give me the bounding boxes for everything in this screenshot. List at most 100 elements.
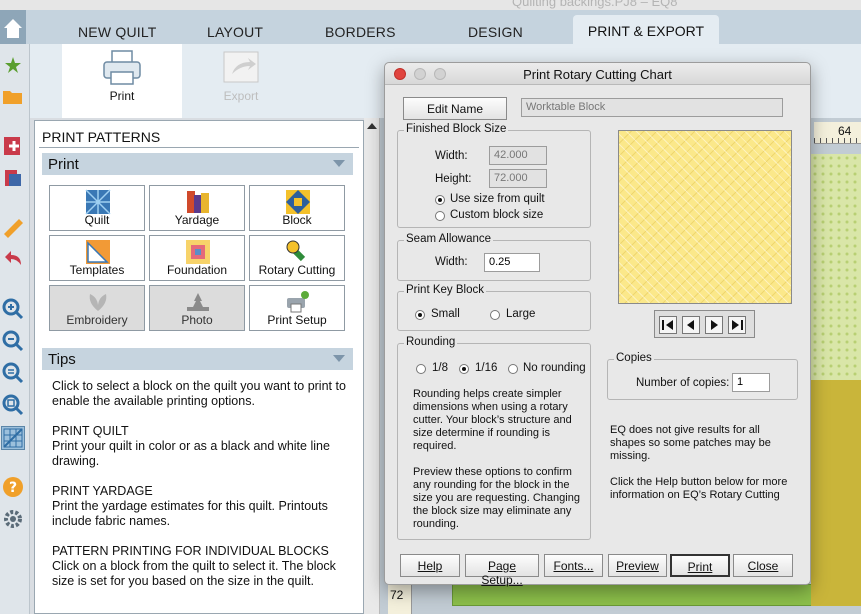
embroidery-icon [89, 294, 107, 311]
yardage-icon [187, 191, 209, 213]
zoom-fit-icon [2, 362, 24, 384]
undo-icon [5, 251, 21, 265]
tab-borders[interactable]: BORDERS [325, 24, 396, 40]
round-eighth-radio[interactable] [416, 364, 426, 374]
block-height-field[interactable]: 72.000 [489, 169, 547, 188]
tab-print-export[interactable]: PRINT & EXPORT [573, 15, 719, 44]
help-tool[interactable]: ? [1, 475, 25, 499]
main-tab-bar: NEW QUILT LAYOUT BORDERS DESIGN PRINT & … [0, 10, 861, 44]
left-toolbar: ? [0, 44, 30, 614]
print-block-button[interactable]: Block [249, 185, 345, 231]
block-name-field[interactable]: Worktable Block [521, 98, 783, 117]
block-navigator [654, 310, 755, 338]
edit-name-button[interactable]: Edit Name [403, 97, 507, 120]
first-block-button[interactable] [659, 316, 677, 334]
rotary-cutter-icon [286, 240, 306, 262]
home-button[interactable] [0, 10, 26, 44]
seam-width-field[interactable]: 0.25 [484, 253, 540, 272]
export-ribbon-label: Export [223, 89, 259, 103]
no-rounding-radio[interactable] [508, 364, 518, 374]
block-width-field[interactable]: 42.000 [489, 146, 547, 165]
add-block-icon [4, 137, 20, 155]
rotary-results-note: EQ does not give results for all shapes … [610, 424, 771, 462]
print-ribbon-button[interactable]: Print [62, 44, 182, 118]
key-large-radio[interactable] [490, 310, 500, 320]
print-foundation-button[interactable]: Foundation [149, 235, 245, 281]
settings-icon [4, 510, 22, 528]
last-block-button[interactable] [728, 316, 746, 334]
left-ruler: 72 [388, 584, 412, 614]
print-section-header[interactable]: Print [42, 153, 353, 175]
tip-heading-quilt: PRINT QUILT [52, 424, 129, 438]
number-of-copies-field[interactable]: 1 [732, 373, 770, 392]
scroll-up-icon [367, 123, 377, 129]
collapse-icon[interactable] [333, 160, 345, 167]
tip-heading-blocks: PATTERN PRINTING FOR INDIVIDUAL BLOCKS [52, 544, 329, 558]
print-templates-button[interactable]: Templates [49, 235, 145, 281]
previous-icon [687, 320, 694, 330]
rounding-preview-text: Preview these options to confirm any rou… [413, 466, 580, 530]
rounding-help-text: Rounding helps create simpler dimensions… [413, 388, 572, 452]
library-tool[interactable] [1, 166, 25, 190]
undo-tool[interactable] [1, 247, 25, 271]
print-setup-button[interactable]: Print Setup [249, 285, 345, 331]
copies-group: Copies Number of copies: 1 [607, 352, 798, 400]
tab-layout[interactable]: LAYOUT [207, 24, 263, 40]
previous-block-button[interactable] [682, 316, 700, 334]
print-photo-button: Photo [149, 285, 245, 331]
printer-icon [103, 50, 141, 85]
top-ruler: 64 [814, 122, 861, 144]
window-title-bar: Quilting backings.PJ8 – EQ8 [0, 0, 861, 10]
fonts-button[interactable]: Fonts... [544, 554, 603, 577]
svg-text:?: ? [9, 480, 17, 496]
block-icon [286, 190, 310, 214]
collapse-icon[interactable] [333, 355, 345, 362]
grid-icon [3, 428, 23, 448]
tab-design[interactable]: DESIGN [468, 24, 523, 40]
close-button[interactable]: Close [733, 554, 793, 577]
zoom-in-tool[interactable] [1, 297, 25, 321]
print-ribbon-label: Print [109, 89, 135, 103]
preview-button[interactable]: Preview [608, 554, 667, 577]
zoom-window-icon[interactable] [434, 68, 446, 80]
print-yardage-button[interactable]: Yardage [149, 185, 245, 231]
library-icon [5, 170, 21, 186]
zoom-fit-tool[interactable] [1, 361, 25, 385]
export-ribbon-button[interactable]: Export [216, 44, 266, 118]
next-block-button[interactable] [705, 316, 723, 334]
help-button[interactable]: Help [400, 554, 460, 577]
block-preview [618, 130, 792, 304]
quilt-icon [85, 189, 111, 215]
use-size-from-quilt-radio[interactable] [435, 195, 445, 205]
close-window-icon[interactable] [394, 68, 406, 80]
grid-tool[interactable] [1, 426, 25, 450]
print-quilt-button[interactable]: Quilt [49, 185, 145, 231]
new-project-tool[interactable] [1, 54, 25, 78]
templates-icon [86, 240, 110, 264]
tip-heading-yardage: PRINT YARDAGE [52, 484, 153, 498]
panel-title: PRINT PATTERNS [42, 129, 161, 145]
tip-text-yardage: Print the yardage estimates for this qui… [52, 499, 328, 528]
open-folder-tool[interactable] [1, 84, 25, 108]
ruler-tool[interactable] [1, 216, 25, 240]
print-button[interactable]: Print [670, 554, 730, 577]
custom-block-size-radio[interactable] [435, 211, 445, 221]
zoom-out-icon [2, 330, 24, 352]
zoom-out-tool[interactable] [1, 329, 25, 353]
minimize-window-icon[interactable] [414, 68, 426, 80]
zoom-tool[interactable] [1, 393, 25, 417]
key-small-radio[interactable] [415, 310, 425, 320]
settings-tool[interactable] [1, 507, 25, 531]
print-rotary-cutting-button[interactable]: Rotary Cutting [249, 235, 345, 281]
tab-new-quilt[interactable]: NEW QUILT [78, 24, 157, 40]
rotary-help-note: Click the Help button below for more inf… [610, 476, 788, 501]
tips-section-header[interactable]: Tips [42, 348, 353, 370]
tips-content: Click to select a block on the quilt you… [52, 379, 352, 604]
round-sixteenth-radio[interactable] [459, 364, 469, 374]
help-icon: ? [3, 477, 23, 497]
new-project-icon [5, 57, 21, 73]
export-icon [223, 51, 259, 83]
vertical-scrollbar[interactable] [364, 118, 380, 614]
page-setup-button[interactable]: Page Setup... [465, 554, 539, 587]
add-block-tool[interactable] [1, 134, 25, 158]
